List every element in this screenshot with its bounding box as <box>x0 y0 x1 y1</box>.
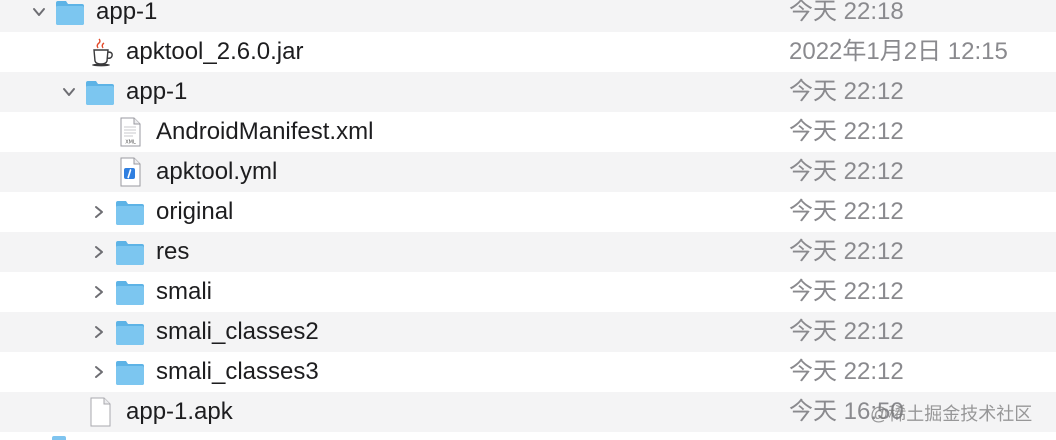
row-date: 今天 22:12 <box>789 198 904 225</box>
list-row-smali-classes3[interactable]: smali_classes3 今天 22:12 <box>0 352 1056 392</box>
row-date: 今天 22:12 <box>789 158 904 185</box>
row-name: smali_classes3 <box>156 358 319 385</box>
chevron-right-icon[interactable] <box>91 244 107 260</box>
row-date: 今天 22:12 <box>789 278 904 305</box>
list-row-res[interactable]: res 今天 22:12 <box>0 232 1056 272</box>
folder-icon <box>56 1 84 25</box>
chevron-down-icon[interactable] <box>61 84 77 100</box>
folder-icon <box>116 361 144 385</box>
list-row-smali[interactable]: smali 今天 22:12 <box>0 272 1056 312</box>
watermark: @稀土掘金技术社区 <box>870 404 1033 424</box>
folder-icon <box>116 281 144 305</box>
folder-icon <box>116 241 144 265</box>
row-name: apktool_2.6.0.jar <box>126 38 304 65</box>
yml-file-icon <box>120 157 141 187</box>
list-row-androidmanifest[interactable]: XML AndroidManifest.xml 今天 22:12 <box>0 112 1056 152</box>
row-name: app-1 <box>96 0 158 25</box>
row-date: 今天 22:12 <box>789 78 904 105</box>
chevron-right-icon[interactable] <box>91 204 107 220</box>
row-date: 今天 22:12 <box>789 118 904 145</box>
java-jar-icon <box>92 38 113 67</box>
row-date: 2022年1月2日 12:15 <box>789 38 1008 65</box>
row-date: 今天 22:12 <box>789 318 904 345</box>
row-name: apktool.yml <box>156 158 278 185</box>
list-row-apktool-jar[interactable]: apktool_2.6.0.jar 2022年1月2日 12:15 <box>0 32 1056 72</box>
row-name: smali_classes2 <box>156 318 319 345</box>
document-icon <box>90 397 111 427</box>
folder-icon <box>116 321 144 345</box>
row-date: 今天 22:12 <box>789 358 904 385</box>
list-row-apktool-yml[interactable]: apktool.yml 今天 22:12 <box>0 152 1056 192</box>
row-name: AndroidManifest.xml <box>156 118 374 145</box>
list-row-app-1[interactable]: app-1 今天 22:18 <box>0 0 1056 32</box>
row-name: smali <box>156 278 213 305</box>
list-row-app-1-inner[interactable]: app-1 今天 22:12 <box>0 72 1056 112</box>
svg-text:XML: XML <box>125 140 136 146</box>
xml-file-icon: XML <box>120 117 141 147</box>
folder-icon <box>116 201 144 225</box>
row-date: 今天 22:12 <box>789 238 904 265</box>
folder-icon <box>52 436 66 440</box>
row-name: app-1.apk <box>126 398 233 425</box>
chevron-right-icon[interactable] <box>91 364 107 380</box>
row-name: original <box>156 198 234 225</box>
list-row-smali-classes2[interactable]: smali_classes2 今天 22:12 <box>0 312 1056 352</box>
list-row-original[interactable]: original 今天 22:12 <box>0 192 1056 232</box>
finder-list-view: app-1 今天 22:18 apktool_2.6.0.jar 2022年1月… <box>0 0 1056 440</box>
row-name: app-1 <box>126 78 188 105</box>
chevron-down-icon[interactable] <box>31 4 47 20</box>
chevron-right-icon[interactable] <box>91 324 107 340</box>
chevron-right-icon[interactable] <box>91 284 107 300</box>
folder-icon <box>86 81 114 105</box>
row-date: 今天 22:18 <box>789 0 904 25</box>
next-row-sliver <box>0 432 1056 440</box>
row-name: res <box>156 238 190 265</box>
